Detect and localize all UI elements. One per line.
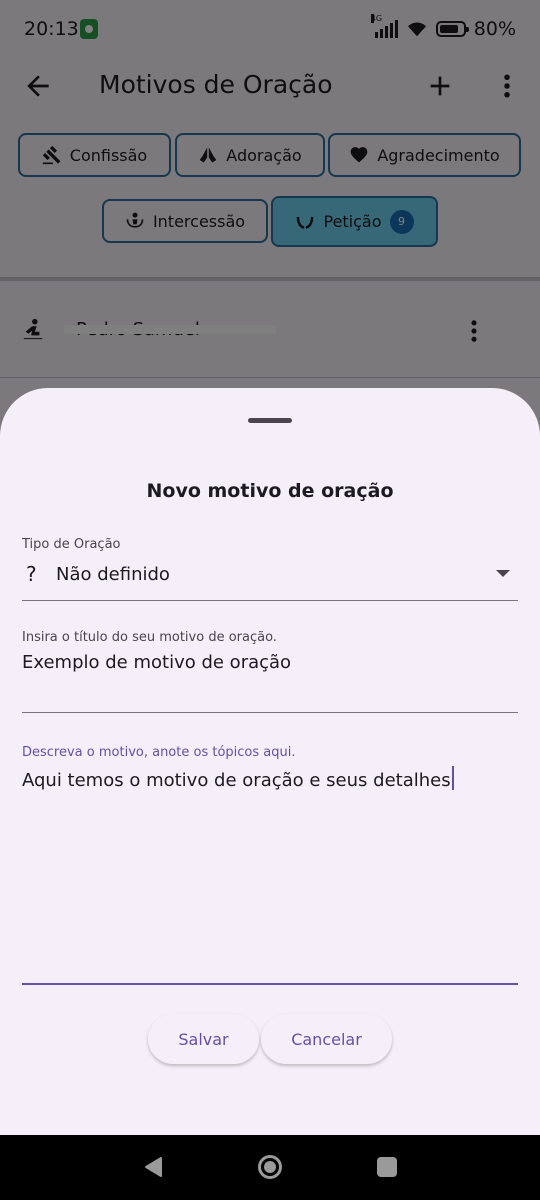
description-field-label: Descreva o motivo, anote os tópicos aqui… <box>22 745 296 760</box>
question-mark-icon: ? <box>26 562 37 586</box>
bottom-sheet: Novo motivo de oração Tipo de Oração ? N… <box>0 388 540 1135</box>
description-input[interactable]: Aqui temos o motivo de oração e seus det… <box>22 766 518 985</box>
title-field-label: Insira o título do seu motivo de oração. <box>22 630 277 645</box>
drag-handle[interactable] <box>248 418 292 423</box>
description-input-value: Aqui temos o motivo de oração e seus det… <box>22 766 454 791</box>
nav-home-icon[interactable] <box>257 1154 283 1180</box>
nav-back-icon[interactable] <box>143 1156 163 1178</box>
title-input-value: Exemplo de motivo de oração <box>22 652 292 673</box>
system-nav-bar <box>0 1135 540 1200</box>
cancel-button[interactable]: Cancelar <box>261 1014 392 1064</box>
prayer-type-dropdown[interactable]: ? Não definido <box>22 560 518 601</box>
sheet-title: Novo motivo de oração <box>146 480 394 502</box>
text-caret <box>451 766 454 790</box>
dropdown-arrow-icon <box>496 570 510 577</box>
dropdown-value: Não definido <box>56 564 170 585</box>
save-button[interactable]: Salvar <box>148 1014 259 1064</box>
title-input[interactable]: Exemplo de motivo de oração <box>22 652 518 713</box>
description-text: Aqui temos o motivo de oração e seus det… <box>22 770 451 791</box>
type-field-label: Tipo de Oração <box>22 537 121 552</box>
nav-recents-icon[interactable] <box>377 1157 397 1177</box>
